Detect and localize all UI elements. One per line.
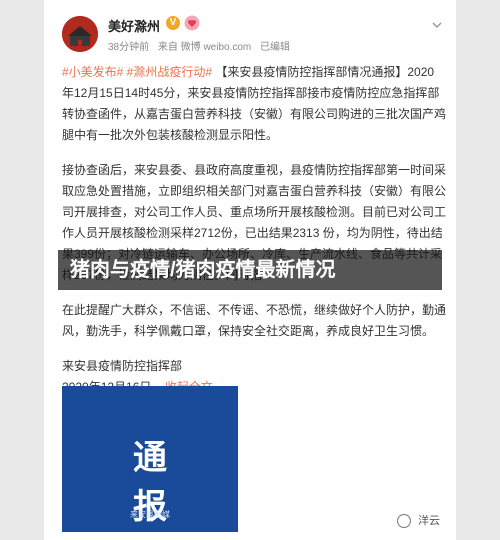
edited-label[interactable]: 已编辑: [260, 42, 290, 53]
account-name[interactable]: 美好滁州: [108, 16, 160, 35]
post-meta: 38分钟前 来自 微博 weibo.com 已编辑: [108, 38, 296, 53]
watermark-text: 洋云: [418, 514, 440, 527]
verified-badge-icon: V: [166, 16, 180, 30]
paragraph-3: 在此提醒广大群众，不信谣、不传谣、不恐慌，继续做好个人防护，勤通风，勤洗手，科学…: [62, 303, 447, 338]
overlay-title: 猪肉与疫情/猪肉疫情最新情况: [70, 259, 336, 281]
post-time: 38分钟前: [108, 42, 150, 53]
heart-icon: [184, 15, 200, 31]
avatar[interactable]: [62, 16, 98, 52]
notice-image[interactable]: 通报 来安县融媒: [62, 386, 238, 532]
city-emblem-icon: [62, 16, 98, 52]
watermark: 洋云: [396, 512, 440, 528]
post-source[interactable]: 来自 微博 weibo.com: [158, 42, 251, 53]
chevron-down-icon[interactable]: [430, 18, 444, 32]
post-body: #小美发布# #滁州战疫行动# 【来安县疫情防控指挥部情况通报】2020年12月…: [62, 62, 446, 398]
title-overlay-banner: 猪肉与疫情/猪肉疫情最新情况: [58, 250, 442, 290]
image-source-caption: 来安县融媒: [130, 510, 170, 519]
wechat-icon: [396, 514, 411, 528]
hashtags[interactable]: #小美发布# #滁州战疫行动#: [62, 65, 212, 79]
post-author: 来安县疫情防控指挥部: [62, 359, 183, 373]
post-header: 美好滁州 V 38分钟前 来自 微博 weibo.com 已编辑: [62, 14, 444, 54]
